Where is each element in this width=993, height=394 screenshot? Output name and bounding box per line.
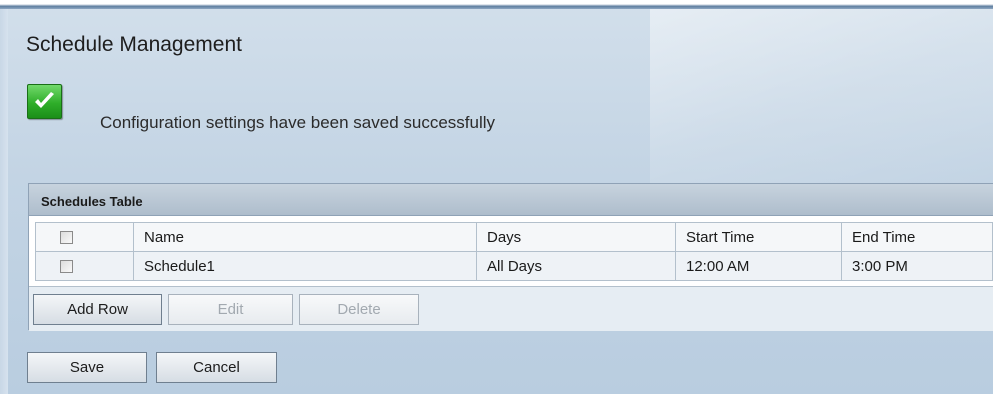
column-header-days[interactable]: Days — [476, 222, 676, 252]
schedule-days-cell: All Days — [476, 251, 676, 281]
add-row-button[interactable]: Add Row — [33, 294, 162, 325]
schedule-name-cell: Schedule1 — [133, 251, 477, 281]
page-title: Schedule Management — [26, 33, 242, 56]
table-actions-bar: Add Row Edit Delete — [29, 286, 993, 331]
status-message: Configuration settings have been saved s… — [100, 113, 496, 132]
row-select-checkbox[interactable] — [60, 260, 73, 274]
checkmark-icon — [27, 84, 62, 119]
delete-button[interactable]: Delete — [299, 294, 419, 325]
panel-title: Schedules Table — [41, 194, 143, 209]
schedules-table: Name Days Start Time End Time Schedule1 … — [35, 222, 993, 281]
background-highlight — [650, 9, 993, 184]
column-header-name[interactable]: Name — [133, 222, 477, 252]
left-edge — [0, 9, 8, 394]
header-checkbox-cell — [35, 222, 134, 252]
edit-button[interactable]: Edit — [168, 294, 293, 325]
top-accent-bar — [0, 0, 993, 9]
schedule-start-time-cell: 12:00 AM — [675, 251, 842, 281]
cancel-button[interactable]: Cancel — [156, 352, 277, 383]
select-all-checkbox[interactable] — [60, 231, 73, 245]
schedules-table-panel: Schedules Table Name Days Start Time End… — [28, 183, 993, 331]
save-button[interactable]: Save — [27, 352, 147, 383]
panel-header: Schedules Table — [29, 184, 993, 216]
table-row[interactable]: Schedule1 All Days 12:00 AM 3:00 PM — [35, 251, 993, 281]
table-header-row: Name Days Start Time End Time — [35, 222, 993, 252]
column-header-end-time[interactable]: End Time — [841, 222, 993, 252]
schedule-end-time-cell: 3:00 PM — [841, 251, 993, 281]
column-header-start-time[interactable]: Start Time — [675, 222, 842, 252]
row-checkbox-cell — [35, 251, 134, 281]
